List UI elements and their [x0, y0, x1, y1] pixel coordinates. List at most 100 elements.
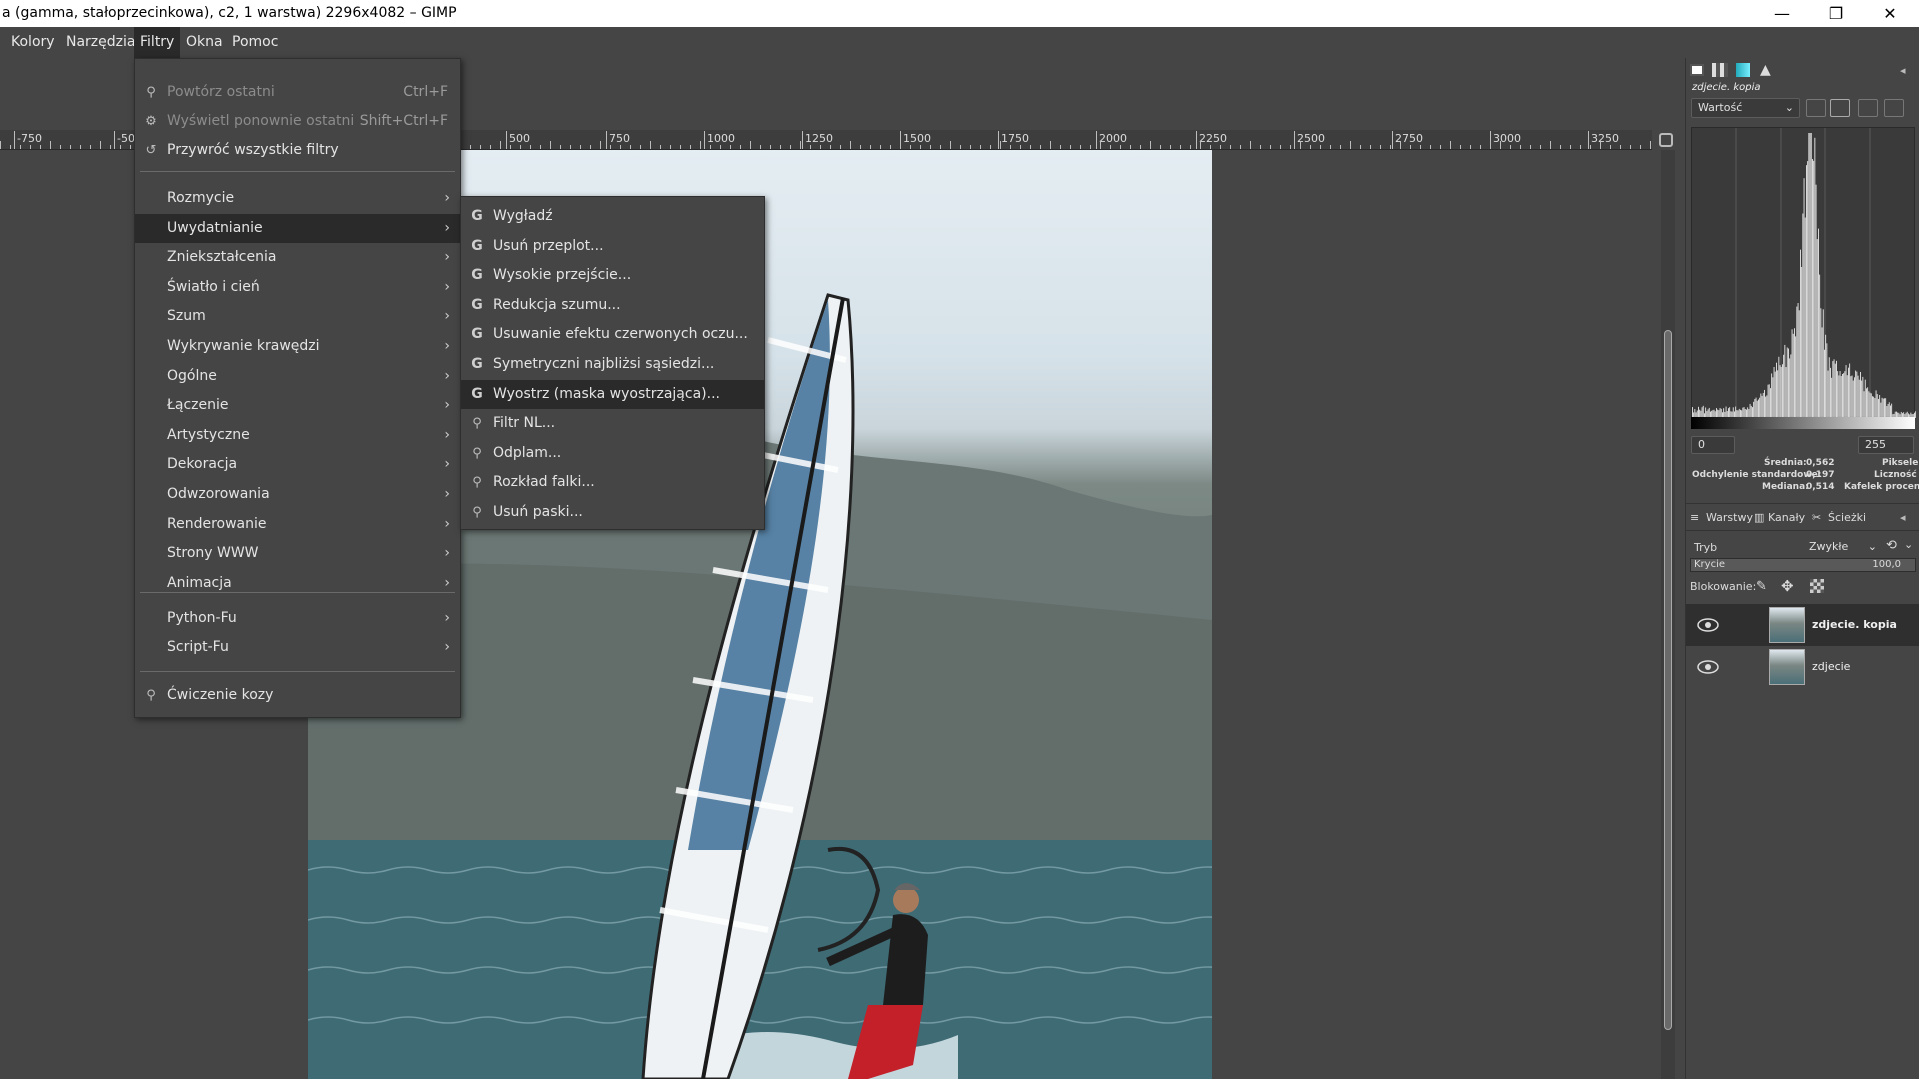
menu-item-reset-all-filters[interactable]: ↺ Przywróć wszystkie filtry	[135, 136, 460, 165]
enhance-item-9[interactable]: ⚲ Rozkład falki...	[461, 468, 764, 497]
histogram-bar	[1762, 396, 1763, 418]
channel-select[interactable]: Wartość ⌄	[1691, 98, 1800, 118]
chevron-right-icon: ›	[444, 243, 450, 272]
paths-tab-icon[interactable]: ✂	[1812, 511, 1821, 524]
menu-item-submenu-12[interactable]: Strony WWW ›	[135, 539, 460, 568]
enhance-item-1[interactable]: G Usuń przeplot...	[461, 232, 764, 261]
menu-item-label: Rozmycie	[167, 184, 234, 213]
histogram-bar	[1757, 401, 1758, 418]
histogram-tab-icon[interactable]: ▲	[1760, 62, 1778, 78]
channels-tab-icon[interactable]: ▥	[1754, 511, 1764, 524]
opacity-slider[interactable]: Krycie 100,0	[1690, 558, 1916, 572]
menu-item-submenu-8[interactable]: Artystyczne ›	[135, 421, 460, 450]
chevron-down-icon[interactable]: ⌄	[1904, 538, 1913, 551]
histogram-bar	[1834, 359, 1835, 418]
layer-row-original[interactable]: zdjecie	[1686, 646, 1919, 688]
ruler-minor-tick	[1420, 145, 1421, 149]
menu-narzedzia[interactable]: Narzędzia	[60, 27, 141, 58]
log-histogram-button[interactable]	[1830, 99, 1850, 117]
menu-item-submenu-9[interactable]: Dekoracja ›	[135, 450, 460, 479]
close-button[interactable]: ✕	[1863, 0, 1917, 27]
menu-item-submenu-13[interactable]: Animacja ›	[135, 569, 460, 598]
foreground-icon[interactable]	[1690, 64, 1704, 76]
ruler-minor-tick	[590, 145, 591, 149]
ruler-minor-tick	[1200, 141, 1201, 149]
histogram-bar	[1816, 185, 1817, 418]
menu-item-goat-exercise[interactable]: ⚲ Ćwiczenie kozy	[135, 681, 460, 710]
histogram-view-button-2[interactable]	[1884, 99, 1904, 117]
layer-name: zdjecie. kopia	[1812, 618, 1897, 631]
menu-item-submenu-1[interactable]: Uwydatnianie ›	[135, 214, 460, 243]
histogram-bar	[1853, 381, 1854, 418]
eye-icon[interactable]	[1696, 658, 1720, 676]
chevron-down-icon: ⌄	[1868, 537, 1877, 557]
navigate-icon[interactable]	[1659, 133, 1673, 147]
menu-item-submenu-6[interactable]: Ogólne ›	[135, 362, 460, 391]
menu-item-submenu-5[interactable]: Wykrywanie krawędzi ›	[135, 332, 460, 361]
range-max-spin[interactable]: 255	[1858, 436, 1914, 454]
eye-icon[interactable]	[1696, 616, 1720, 634]
plugin-icon: ⚲	[469, 409, 485, 438]
menu-item-submenu-0[interactable]: Rozmycie ›	[135, 184, 460, 213]
menu-filtry[interactable]: Filtry	[134, 27, 180, 58]
menu-item-submenu-10[interactable]: Odwzorowania ›	[135, 480, 460, 509]
patterns-icon[interactable]	[1712, 63, 1728, 77]
lock-alpha-icon[interactable]	[1810, 579, 1824, 593]
enhance-item-4[interactable]: G Usuwanie efektu czerwonych oczu...	[461, 320, 764, 349]
menu-item-reshow-last[interactable]: ⚙ Wyświetl ponownie ostatni Shift+Ctrl+F	[135, 107, 460, 136]
reset-mode-icon[interactable]: ⟲	[1886, 538, 1897, 553]
lock-pixels-icon[interactable]: ✎	[1756, 579, 1767, 594]
enhance-item-8[interactable]: ⚲ Odplam...	[461, 439, 764, 468]
enhance-item-6[interactable]: G Wyostrz (maska wyostrzająca)...	[461, 380, 764, 409]
restore-button[interactable]: ❐	[1809, 0, 1863, 27]
ruler-minor-tick	[910, 145, 911, 149]
menu-item-submenu-7[interactable]: Łączenie ›	[135, 391, 460, 420]
menu-item-submenu-11[interactable]: Renderowanie ›	[135, 510, 460, 539]
ruler-minor-tick	[500, 141, 501, 149]
histogram-view-button[interactable]	[1858, 99, 1878, 117]
tab-paths[interactable]: Ścieżki	[1828, 511, 1866, 524]
vertical-scrollbar[interactable]	[1661, 150, 1675, 1079]
gegl-icon: G	[469, 202, 485, 231]
lock-position-icon[interactable]: ✥	[1781, 577, 1794, 595]
scrollbar-thumb[interactable]	[1664, 330, 1672, 1030]
enhance-item-3[interactable]: G Redukcja szumu...	[461, 291, 764, 320]
enhance-item-5[interactable]: G Symetryczni najbliżsi sąsiedzi...	[461, 350, 764, 379]
histogram-bar	[1771, 373, 1772, 418]
dock-menu-icon[interactable]: ◂	[1900, 511, 1906, 524]
enhance-item-0[interactable]: G Wygładź	[461, 202, 764, 231]
ruler-minor-tick	[1150, 141, 1151, 149]
layers-tab-bar: ≡ Warstwy ▥ Kanały ✂ Ścieżki ◂	[1686, 503, 1919, 531]
enhance-item-2[interactable]: G Wysokie przejście...	[461, 261, 764, 290]
range-min-spin[interactable]: 0	[1691, 436, 1735, 454]
mode-select[interactable]: Zwykłe ⌄	[1802, 536, 1882, 558]
ruler-minor-tick	[1620, 145, 1621, 149]
ruler-minor-tick	[1260, 145, 1261, 149]
histogram-bar	[1806, 165, 1807, 418]
menu-item-python-fu[interactable]: Python-Fu ›	[135, 604, 460, 633]
ruler-minor-tick	[1040, 145, 1041, 149]
menu-kolory[interactable]: Kolory	[5, 27, 61, 58]
menu-okna[interactable]: Okna	[180, 27, 229, 58]
minimize-button[interactable]: —	[1755, 0, 1809, 27]
tab-channels[interactable]: Kanały	[1768, 511, 1805, 524]
enhance-item-10[interactable]: ⚲ Usuń paski...	[461, 498, 764, 527]
menu-pomoc[interactable]: Pomoc	[226, 27, 284, 58]
dock-menu-icon[interactable]: ◂	[1900, 64, 1918, 80]
histogram-bar	[1789, 358, 1790, 418]
tab-layers[interactable]: Warstwy	[1706, 511, 1753, 524]
menu-item-submenu-2[interactable]: Zniekształcenia ›	[135, 243, 460, 272]
layer-row-copy[interactable]: zdjecie. kopia	[1686, 604, 1919, 646]
layers-tab-icon[interactable]: ≡	[1690, 511, 1699, 524]
ruler-minor-tick	[1310, 145, 1311, 149]
menu-item-label: Łączenie	[167, 391, 228, 420]
linear-histogram-button[interactable]	[1806, 99, 1826, 117]
median-value: 0,514	[1806, 482, 1834, 492]
menu-item-script-fu[interactable]: Script-Fu ›	[135, 633, 460, 662]
menu-item-submenu-3[interactable]: Światło i cień ›	[135, 273, 460, 302]
menu-item-submenu-4[interactable]: Szum ›	[135, 302, 460, 331]
menu-item-repeat-last[interactable]: ⚲ Powtórz ostatni Ctrl+F	[135, 78, 460, 107]
gradient-icon[interactable]	[1736, 63, 1750, 77]
enhance-item-7[interactable]: ⚲ Filtr NL...	[461, 409, 764, 438]
histogram-graph[interactable]	[1691, 127, 1915, 417]
